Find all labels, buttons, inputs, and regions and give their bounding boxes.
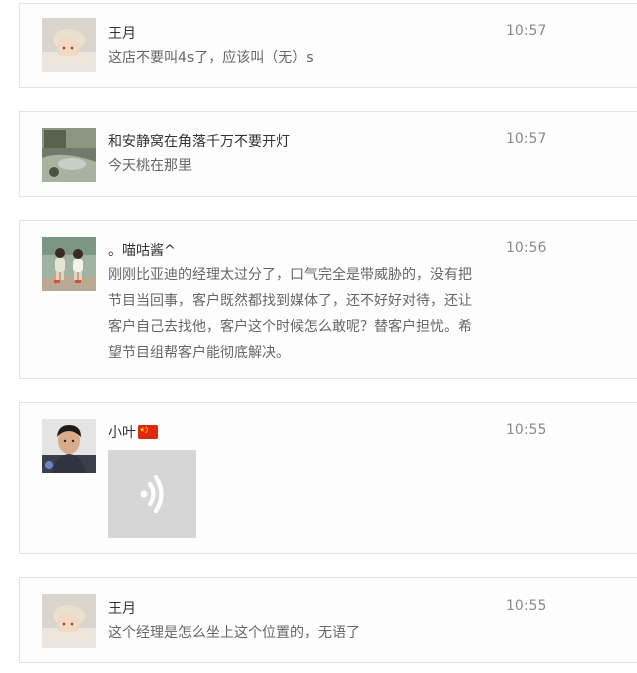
voice-message-icon (140, 474, 164, 514)
commenter-name-text: 小叶 (108, 425, 136, 441)
outdoor-scene-avatar-icon (42, 128, 96, 182)
baby-photo-avatar-icon (42, 18, 96, 72)
avatar[interactable] (42, 18, 96, 72)
avatar[interactable] (42, 419, 96, 473)
avatar[interactable] (42, 237, 96, 291)
comment-text: 这个经理是怎么坐上这个位置的，无语了 (108, 625, 360, 641)
comment-card: 王月 10:55 这个经理是怎么坐上这个位置的，无语了 (19, 577, 637, 663)
comment-text-line: 望节目组帮客户能彻底解决。 (108, 345, 290, 361)
commenter-name[interactable]: 和安静窝在角落千万不要开灯 (108, 131, 290, 151)
avatar[interactable] (42, 594, 96, 648)
comment-text-line: 刚刚比亚迪的经理太过分了，口气完全是带威胁的，没有把 (108, 267, 472, 283)
comment-card: 。喵咕酱^ 10:56 刚刚比亚迪的经理太过分了，口气完全是带威胁的，没有把 节… (19, 220, 637, 379)
commenter-name[interactable]: 。喵咕酱^ (108, 240, 176, 260)
comment-time: 10:57 (506, 131, 547, 147)
voice-message[interactable] (108, 450, 196, 538)
comment-text-line: 节目当回事，客户既然都找到媒体了，还不好好对待，还让 (108, 293, 472, 309)
commenter-name[interactable]: 王月 (108, 23, 136, 43)
comment-time: 10:55 (506, 422, 547, 438)
comment-text: 今天桃在那里 (108, 158, 192, 174)
comment-text-line: 客户自己去找他，客户这个时候怎么敢呢？替客户担忧。希 (108, 319, 472, 335)
comment-time: 10:57 (506, 23, 547, 39)
two-children-avatar-icon (42, 237, 96, 291)
comment-time: 10:55 (506, 598, 547, 614)
comment-text: 这店不要叫4s了，应该叫（无）s (108, 50, 314, 66)
comment-time: 10:56 (506, 240, 547, 256)
baby-photo-avatar-icon (42, 594, 96, 648)
commenter-name[interactable]: 王月 (108, 598, 136, 618)
comment-card: 王月 10:57 这店不要叫4s了，应该叫（无）s (19, 3, 637, 88)
avatar[interactable] (42, 128, 96, 182)
commenter-name[interactable]: 小叶 (108, 422, 158, 443)
china-flag-icon (138, 425, 158, 443)
man-photo-avatar-icon (42, 419, 96, 473)
comment-card: 小叶 10:55 (19, 402, 637, 554)
comment-card: 和安静窝在角落千万不要开灯 10:57 今天桃在那里 (19, 111, 637, 197)
